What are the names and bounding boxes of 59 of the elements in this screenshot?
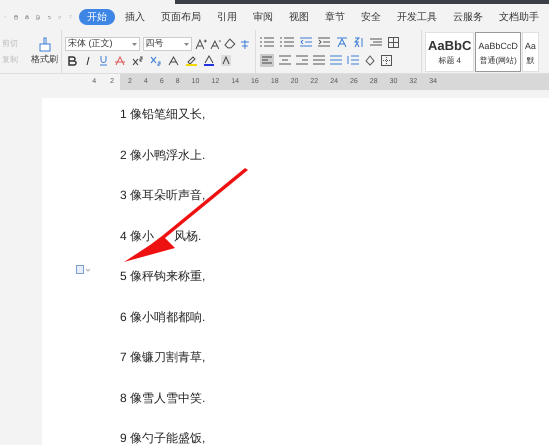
border-icon[interactable]: [381, 54, 392, 66]
menu-tab[interactable]: 插入: [119, 9, 151, 25]
style-preset[interactable]: Aa 默: [522, 32, 539, 72]
font-size-field[interactable]: 四号: [142, 37, 192, 51]
text-line: 5 像秤钩来称重,: [120, 268, 206, 285]
menu-tab[interactable]: 章节: [319, 9, 351, 25]
text-line: 1 像铅笔细又长,: [120, 106, 206, 123]
line-spacing-icon[interactable]: [370, 37, 382, 47]
character-shading-icon[interactable]: [221, 55, 231, 66]
align-right-icon[interactable]: [296, 55, 308, 65]
style-preset[interactable]: AaBbCcD 普通(网站): [475, 32, 521, 72]
table-icon[interactable]: [388, 36, 399, 48]
text-line: 8 像雪人雪中笑.: [120, 390, 206, 406]
menu-tab[interactable]: 视图: [283, 9, 315, 25]
highlighter-icon[interactable]: [186, 55, 197, 66]
format-painter-label[interactable]: 格式刷: [31, 52, 58, 66]
justify-icon[interactable]: [313, 55, 325, 65]
text-line: 2 像小鸭浮水上.: [120, 146, 206, 164]
bullet-list-icon[interactable]: [260, 37, 274, 47]
text-direction-icon[interactable]: [336, 36, 348, 48]
text-line: 4 像小: [120, 228, 154, 244]
superscript-icon[interactable]: [132, 56, 143, 66]
align-center-icon[interactable]: [279, 55, 291, 65]
paragraph-spacing-icon[interactable]: [347, 55, 359, 65]
underline-icon[interactable]: [99, 55, 108, 66]
text-line: 7 像镰刀割青草,: [120, 349, 206, 366]
menu-tab[interactable]: 引用: [211, 9, 243, 25]
font-color-icon[interactable]: [204, 55, 214, 66]
text-line: 6 像小哨都都响.: [120, 308, 206, 326]
text-line: 3 像耳朵听声音,: [120, 187, 206, 204]
sort-icon[interactable]: [354, 36, 364, 48]
align-left-icon[interactable]: [260, 54, 274, 66]
text-line: 9 像勺子能盛饭,: [120, 430, 206, 445]
shrink-font-icon[interactable]: [210, 38, 222, 50]
paint-brush-icon[interactable]: [36, 36, 52, 53]
strikethrough-icon[interactable]: [115, 56, 125, 66]
dropdown-icon[interactable]: [184, 42, 189, 46]
increase-indent-icon[interactable]: [318, 37, 330, 47]
paragraph-icon[interactable]: [76, 265, 90, 274]
style-preset[interactable]: AaBbC 标题 4: [425, 32, 474, 72]
menu-tab[interactable]: 安全: [355, 9, 387, 25]
menu-tab[interactable]: 文档助手: [493, 9, 545, 25]
menu-tab[interactable]: 云服务: [447, 9, 489, 25]
font-name-field[interactable]: 宋体 (正文): [65, 37, 140, 51]
menu-tab[interactable]: 页面布局: [155, 9, 207, 25]
distribute-icon[interactable]: [330, 55, 342, 65]
subscript-icon[interactable]: [150, 56, 161, 66]
menu-tab[interactable]: 开发工具: [391, 9, 443, 25]
menu-tab[interactable]: 开始: [79, 9, 115, 25]
text-line: 风杨.: [174, 228, 202, 244]
bold-icon[interactable]: [68, 56, 77, 66]
eraser-icon[interactable]: [224, 38, 236, 50]
menu-tab[interactable]: 审阅: [247, 9, 279, 25]
numbered-list-icon[interactable]: [280, 37, 294, 47]
grow-font-icon[interactable]: [194, 38, 207, 50]
dropdown-icon[interactable]: [132, 42, 137, 46]
text-effect-icon[interactable]: [168, 56, 179, 66]
decrease-indent-icon[interactable]: [300, 37, 312, 47]
italic-icon[interactable]: [84, 56, 92, 66]
